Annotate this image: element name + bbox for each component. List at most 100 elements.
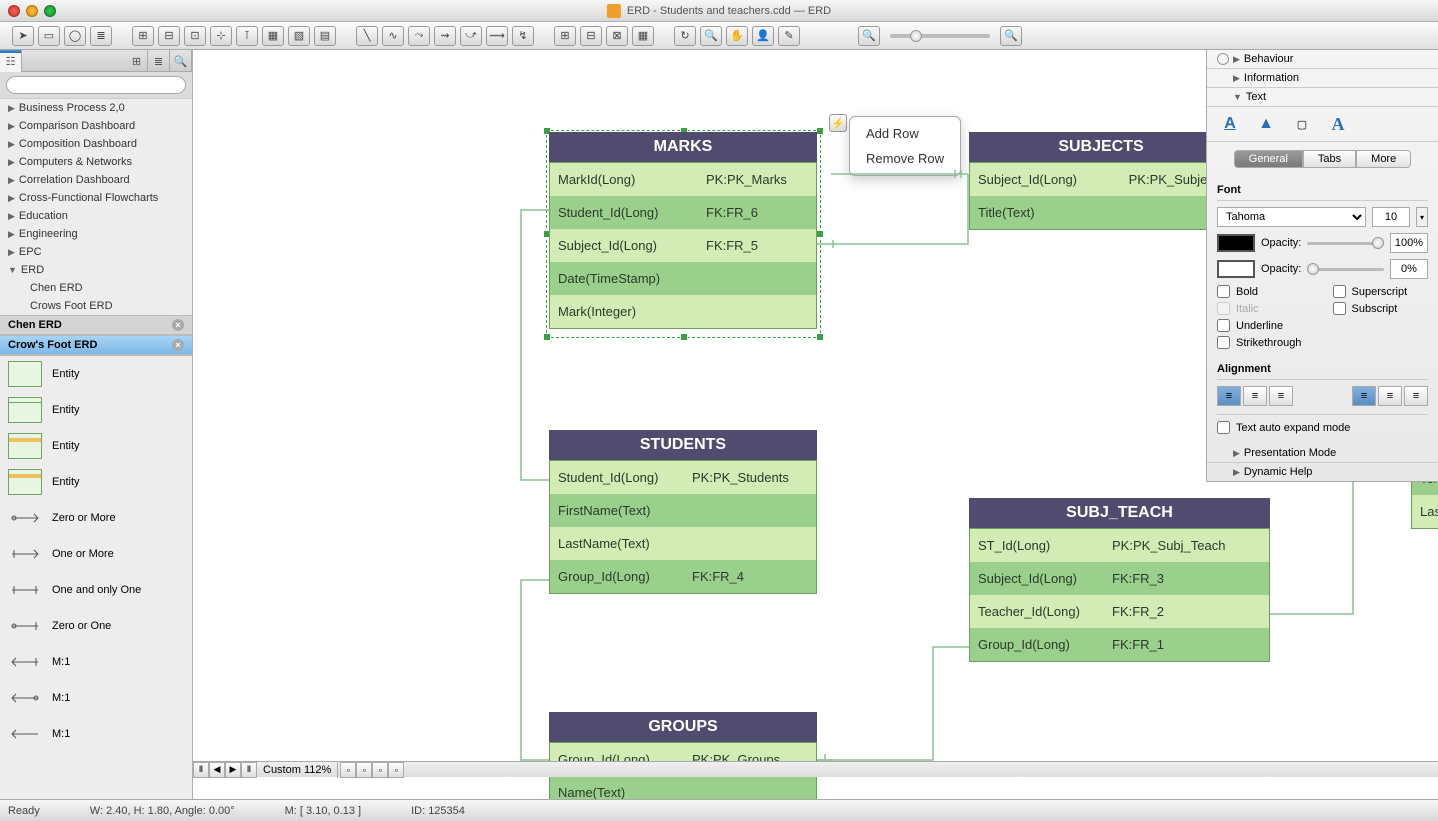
- pointer-tool[interactable]: ➤: [12, 26, 34, 46]
- insp-section-text[interactable]: ▼Text: [1207, 88, 1438, 107]
- unit-btn-1[interactable]: ▫: [340, 762, 356, 778]
- erd-table-groups[interactable]: GROUPS Group_Id(Long)PK:PK_Groups Name(T…: [549, 712, 817, 799]
- search-tool[interactable]: 🔍: [700, 26, 722, 46]
- distribute-v-tool[interactable]: ⊺: [236, 26, 258, 46]
- erd-table-students[interactable]: STUDENTS Student_Id(Long)PK:PK_Students …: [549, 430, 817, 594]
- grid-tool-3[interactable]: ⊠: [606, 26, 628, 46]
- hscroll-prev[interactable]: ◀: [209, 762, 225, 778]
- unit-btn-2[interactable]: ▫: [356, 762, 372, 778]
- tree-item[interactable]: ▶Computers & Networks: [0, 153, 192, 171]
- font-tool[interactable]: A: [1325, 113, 1351, 135]
- valign-bot-btn[interactable]: ≡: [1404, 386, 1428, 406]
- hscroll-last[interactable]: Ⅱ: [241, 762, 257, 778]
- unit-btn-4[interactable]: ▫: [388, 762, 404, 778]
- align-center-tool[interactable]: ⊟: [158, 26, 180, 46]
- tree-item[interactable]: ▶Cross-Functional Flowcharts: [0, 189, 192, 207]
- close-icon[interactable]: ×: [172, 339, 184, 351]
- tree-item[interactable]: ▶Education: [0, 207, 192, 225]
- window-minimize-button[interactable]: [26, 5, 38, 17]
- opacity-slider-2[interactable]: [1307, 268, 1384, 271]
- text-color-tool[interactable]: A: [1217, 113, 1243, 135]
- zoom-readout[interactable]: Custom 112%: [257, 762, 338, 778]
- shape-item[interactable]: Entity: [0, 356, 192, 392]
- valign-mid-btn[interactable]: ≡: [1378, 386, 1402, 406]
- insp-tab-more[interactable]: More: [1356, 150, 1411, 168]
- connector-tool[interactable]: ⤳: [408, 26, 430, 46]
- conn-tool-3[interactable]: ⤻: [460, 26, 482, 46]
- zoom-out-tool[interactable]: 🔍: [858, 26, 880, 46]
- insp-section-dynhelp[interactable]: ▶Dynamic Help: [1207, 463, 1438, 481]
- shape-item[interactable]: Zero or More: [0, 500, 192, 536]
- shape-item[interactable]: Entity: [0, 392, 192, 428]
- group-tool[interactable]: ▦: [262, 26, 284, 46]
- sub-checkbox[interactable]: [1333, 302, 1346, 315]
- hscroll-first[interactable]: Ⅱ: [193, 762, 209, 778]
- options-tool[interactable]: ≣: [90, 26, 112, 46]
- shape-item[interactable]: Zero or One: [0, 608, 192, 644]
- font-size-stepper[interactable]: ▾: [1416, 207, 1428, 227]
- people-tool[interactable]: 👤: [752, 26, 774, 46]
- font-select[interactable]: Tahoma: [1217, 207, 1366, 227]
- opacity-value-1[interactable]: [1390, 233, 1428, 253]
- tree-item[interactable]: ▶Engineering: [0, 225, 192, 243]
- tree-item[interactable]: ▶Comparison Dashboard: [0, 117, 192, 135]
- unit-btn-3[interactable]: ▫: [372, 762, 388, 778]
- window-zoom-button[interactable]: [44, 5, 56, 17]
- italic-checkbox[interactable]: [1217, 302, 1230, 315]
- shape-item[interactable]: M:1: [0, 680, 192, 716]
- align-center-btn[interactable]: ≡: [1243, 386, 1267, 406]
- super-checkbox[interactable]: [1333, 285, 1346, 298]
- zoom-in-tool[interactable]: 🔍: [1000, 26, 1022, 46]
- conn-tool-2[interactable]: ⇝: [434, 26, 456, 46]
- refresh-tool[interactable]: ↻: [674, 26, 696, 46]
- font-size-input[interactable]: [1372, 207, 1410, 227]
- text-color-swatch[interactable]: [1217, 234, 1255, 252]
- edit-tool[interactable]: ✎: [778, 26, 800, 46]
- window-close-button[interactable]: [8, 5, 20, 17]
- align-left-tool[interactable]: ⊞: [132, 26, 154, 46]
- align-left-btn[interactable]: ≡: [1217, 386, 1241, 406]
- sidebar-tab-search[interactable]: 🔍: [170, 50, 192, 72]
- autoexpand-checkbox[interactable]: [1217, 421, 1230, 434]
- line-tool[interactable]: ╲: [356, 26, 378, 46]
- diagram-canvas[interactable]: MARKS MarkId(Long)PK:PK_Marks Student_Id…: [193, 50, 1438, 799]
- sidebar-tab-tree[interactable]: ☷: [0, 50, 22, 72]
- back-color-swatch[interactable]: [1217, 260, 1255, 278]
- ellipse-tool[interactable]: ◯: [64, 26, 86, 46]
- box-tool[interactable]: ▢: [1289, 113, 1315, 135]
- conn-tool-4[interactable]: ⟿: [486, 26, 508, 46]
- align-right-btn[interactable]: ≡: [1269, 386, 1293, 406]
- tree-child[interactable]: Crows Foot ERD: [0, 297, 192, 315]
- hand-tool[interactable]: ✋: [726, 26, 748, 46]
- valign-top-btn[interactable]: ≡: [1352, 386, 1376, 406]
- table-action-button[interactable]: ⚡: [829, 114, 847, 132]
- highlight-tool[interactable]: ▲: [1253, 113, 1279, 135]
- tree-child[interactable]: Chen ERD: [0, 279, 192, 297]
- sidebar-search-input[interactable]: [6, 76, 186, 94]
- insp-tab-general[interactable]: General: [1234, 150, 1303, 168]
- grid-tool-2[interactable]: ⊟: [580, 26, 602, 46]
- tree-item[interactable]: ▶Composition Dashboard: [0, 135, 192, 153]
- insp-section-presmode[interactable]: ▶Presentation Mode: [1207, 444, 1438, 463]
- layer-tool[interactable]: ▤: [314, 26, 336, 46]
- shape-item[interactable]: One or More: [0, 536, 192, 572]
- shape-item[interactable]: M:1: [0, 644, 192, 680]
- ungroup-tool[interactable]: ▧: [288, 26, 310, 46]
- selected-stencil-crowsfoot[interactable]: Crow's Foot ERD×: [0, 335, 192, 355]
- erd-table-marks[interactable]: MARKS MarkId(Long)PK:PK_Marks Student_Id…: [549, 132, 817, 329]
- bold-checkbox[interactable]: [1217, 285, 1230, 298]
- conn-tool-5[interactable]: ↯: [512, 26, 534, 46]
- grid-tool-4[interactable]: ▦: [632, 26, 654, 46]
- menu-remove-row[interactable]: Remove Row: [850, 146, 960, 171]
- grid-tool-1[interactable]: ⊞: [554, 26, 576, 46]
- opacity-value-2[interactable]: [1390, 259, 1428, 279]
- opacity-slider-1[interactable]: [1307, 242, 1384, 245]
- selected-stencil-chen[interactable]: Chen ERD×: [0, 315, 192, 335]
- tree-item[interactable]: ▶EPC: [0, 243, 192, 261]
- hscroll-next[interactable]: ▶: [225, 762, 241, 778]
- erd-table-subjteach[interactable]: SUBJ_TEACH ST_Id(Long)PK:PK_Subj_Teach S…: [969, 498, 1270, 662]
- insp-section-behaviour[interactable]: ▶Behaviour: [1207, 50, 1438, 69]
- shape-item[interactable]: M:1: [0, 716, 192, 752]
- shape-item[interactable]: Entity: [0, 428, 192, 464]
- erd-table-subjects[interactable]: SUBJECTS Subject_Id(Long)PK:PK_Subjects …: [969, 132, 1233, 230]
